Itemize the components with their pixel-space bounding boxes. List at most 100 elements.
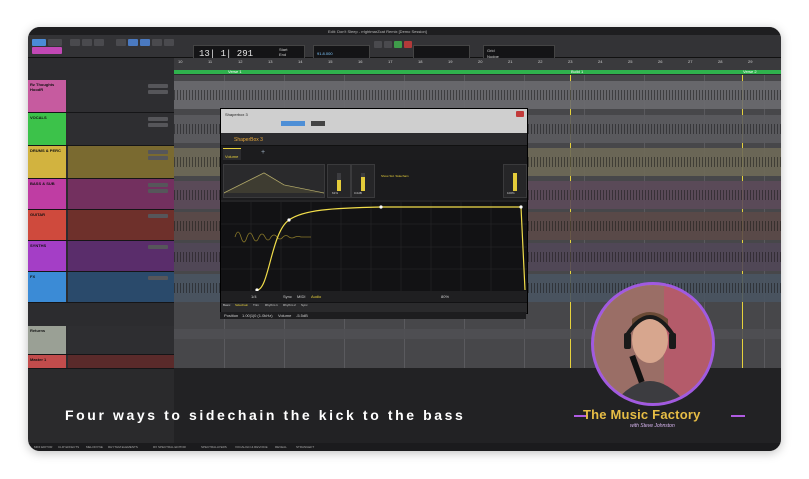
tab-volume[interactable]: Volume bbox=[223, 148, 241, 160]
status-item[interactable]: MELODYNE bbox=[86, 445, 103, 449]
ruler-bar-number: 11 bbox=[208, 59, 213, 64]
compare-button[interactable] bbox=[281, 121, 305, 126]
midi-button[interactable]: MIDI bbox=[297, 295, 305, 299]
status-item[interactable]: VOCALIGN & REVOICE bbox=[235, 445, 268, 449]
ruler-bar-number: 10 bbox=[178, 59, 183, 64]
gain-knob[interactable]: 0.0dB bbox=[351, 164, 375, 198]
track-name: VOCALS bbox=[30, 115, 47, 120]
volume-knob[interactable]: 61% bbox=[327, 164, 351, 198]
marker-verse-1[interactable]: Verse 1 bbox=[228, 70, 242, 74]
track-header[interactable]: Rz Thoughts HoodR bbox=[28, 80, 174, 113]
shaper-tabs bbox=[221, 146, 527, 160]
track-header[interactable]: SYNTHS bbox=[28, 241, 174, 272]
slip-mode-button[interactable] bbox=[48, 39, 62, 46]
lfo-preview-graph bbox=[223, 172, 325, 194]
track-name: Rz Thoughts HoodR bbox=[30, 82, 55, 92]
track-header[interactable]: VOCALS bbox=[28, 113, 174, 146]
status-item[interactable]: STRANGEFT bbox=[296, 445, 314, 449]
ruler-bar-number: 22 bbox=[538, 59, 543, 64]
clip[interactable] bbox=[174, 81, 781, 109]
timeline-rulers[interactable]: 10 11 12 13 14 15 16 17 18 19 20 21 22 23 24 25 26 27 28 29 bbox=[174, 58, 781, 70]
track-name: SYNTHS bbox=[30, 243, 47, 248]
division-value[interactable]: 1/4 bbox=[251, 295, 257, 299]
position-value: 1.00|1|0 (1.0kHz) bbox=[242, 313, 273, 318]
status-item[interactable]: SPECTRALAYERS bbox=[201, 445, 227, 449]
track-header[interactable]: BASS & SUB bbox=[28, 179, 174, 210]
track-header[interactable]: DRUMS & PERC bbox=[28, 146, 174, 179]
ruler-bar-number: 21 bbox=[508, 59, 513, 64]
curve-point[interactable] bbox=[287, 218, 291, 222]
status-item[interactable]: CLIP EFFECTS bbox=[58, 445, 79, 449]
status-item[interactable]: RHYTHM ELEMENTS bbox=[108, 445, 138, 449]
zoom-in-button[interactable] bbox=[82, 39, 92, 46]
close-icon[interactable] bbox=[516, 111, 524, 117]
audio-button[interactable]: Audio bbox=[311, 295, 321, 299]
zoom-preset-button[interactable] bbox=[94, 39, 104, 46]
ruler-bar-number: 24 bbox=[598, 59, 603, 64]
track-name: BASS & SUB bbox=[30, 181, 55, 186]
ruler-bar-number: 20 bbox=[478, 59, 483, 64]
marker-verse-2[interactable]: Verse 2 bbox=[743, 70, 757, 74]
grid-mode-button[interactable] bbox=[32, 47, 62, 54]
track-header[interactable]: Master 1 bbox=[28, 355, 174, 369]
track-headers: Rz Thoughts HoodR VOCALS DRUMS & PERC BA… bbox=[28, 58, 174, 369]
marker-ruler[interactable] bbox=[174, 70, 781, 74]
bypass-button[interactable] bbox=[311, 121, 325, 126]
track-header[interactable]: Returns bbox=[28, 326, 174, 355]
selector-tool-button[interactable] bbox=[128, 39, 138, 46]
sync-button[interactable]: Sync bbox=[283, 295, 292, 299]
track-header[interactable]: FX bbox=[28, 272, 174, 303]
tab-basic[interactable]: Basic bbox=[223, 304, 230, 307]
show-sidechain-button[interactable]: Show Sid. Sidechain bbox=[381, 175, 409, 178]
shaperbox-plugin-window[interactable]: Shaperbox 3 ShaperBox 3 Volume + 61% 0.0… bbox=[220, 108, 528, 314]
mix-value[interactable]: 80% bbox=[441, 295, 449, 299]
add-shaper-icon[interactable]: + bbox=[261, 149, 265, 156]
pencil-tool-button[interactable] bbox=[152, 39, 162, 46]
ruler-bar-number: 29 bbox=[748, 59, 753, 64]
curve-point[interactable] bbox=[379, 205, 383, 209]
track-name: Returns bbox=[30, 328, 46, 333]
record-button[interactable] bbox=[404, 41, 412, 48]
status-item[interactable]: REVEAL bbox=[275, 445, 287, 449]
ruler-bar-number: 14 bbox=[298, 59, 303, 64]
ruler-bar-number: 15 bbox=[328, 59, 333, 64]
track-color-tab: Rz Thoughts HoodR bbox=[28, 80, 66, 112]
ruler-bar-number: 19 bbox=[448, 59, 453, 64]
ruler-bar-number: 13 bbox=[268, 59, 273, 64]
tab-sync[interactable]: Sync bbox=[301, 304, 308, 307]
brand-decor-right bbox=[731, 415, 745, 417]
tab-rhythm-1[interactable]: Rhythm 1 bbox=[265, 304, 278, 307]
ruler-bar-number: 28 bbox=[718, 59, 723, 64]
track-name: FX bbox=[30, 274, 36, 279]
ruler-bar-number: 26 bbox=[658, 59, 663, 64]
grid-label: Grid bbox=[487, 48, 495, 53]
shuffle-mode-button[interactable] bbox=[32, 39, 46, 46]
zoom-out-button[interactable] bbox=[70, 39, 80, 46]
insert-name[interactable]: Shaperbox 3 bbox=[225, 113, 248, 117]
bpm-value: 91.8.000 bbox=[317, 51, 333, 56]
tab-sidechain[interactable]: Sidechain bbox=[235, 304, 248, 307]
grabber-tool-button[interactable] bbox=[140, 39, 150, 46]
brand-name: The Music Factory bbox=[583, 407, 701, 422]
host-portrait bbox=[594, 285, 712, 403]
stop-button[interactable] bbox=[384, 41, 392, 48]
screenshot-frame: Edit: Don't Sleep - rrlghtmarZcat Remix … bbox=[28, 27, 781, 451]
marker-build-1[interactable]: Build 1 bbox=[571, 70, 583, 74]
rewind-button[interactable] bbox=[374, 41, 382, 48]
trim-tool-button[interactable] bbox=[116, 39, 126, 46]
shaper-toolbar: 1/4 Sync MIDI Audio 80% bbox=[221, 291, 527, 302]
ruler-bar-number: 27 bbox=[688, 59, 693, 64]
tab-trim[interactable]: Trim bbox=[253, 304, 259, 307]
output-knob[interactable]: 100% bbox=[503, 164, 527, 198]
status-item[interactable]: RX SPECTRAL EDITOR bbox=[153, 445, 186, 449]
status-item[interactable]: MIDI EDITOR bbox=[34, 445, 52, 449]
tab-rhythm-2[interactable]: Rhythm 2 bbox=[283, 304, 296, 307]
window-title: Edit: Don't Sleep - rrlghtmarZcat Remix … bbox=[328, 29, 427, 34]
track-header[interactable]: GUITAR bbox=[28, 210, 174, 241]
smart-tool-button[interactable] bbox=[164, 39, 174, 46]
ruler-bar-number: 18 bbox=[418, 59, 423, 64]
track-name: DRUMS & PERC bbox=[30, 148, 61, 153]
play-button[interactable] bbox=[394, 41, 402, 48]
curve-point[interactable] bbox=[519, 205, 523, 209]
lfo-preview[interactable] bbox=[223, 164, 325, 198]
